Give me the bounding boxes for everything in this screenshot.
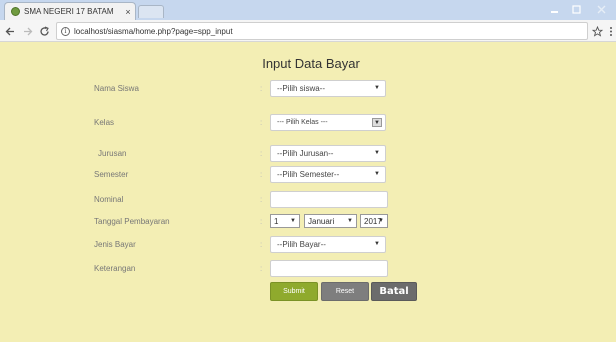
select-month[interactable]: Januari ▼	[304, 214, 357, 228]
row-semester: Semester : --Pilih Semester-- ▼	[0, 166, 616, 184]
colon: :	[260, 118, 263, 127]
select-day[interactable]: 1 ▼	[270, 214, 300, 228]
colon: :	[260, 217, 263, 226]
select-value: --Pilih Semester--	[277, 170, 340, 179]
submit-button[interactable]: Submit	[270, 282, 318, 301]
select-nama-siswa[interactable]: --Pilih siswa-- ▼	[270, 80, 386, 97]
browser-titlebar: SMA NEGERI 17 BATAM ×	[0, 0, 616, 20]
maximize-icon[interactable]	[566, 2, 586, 16]
school-logo-icon	[11, 7, 20, 16]
label-nama-siswa: Nama Siswa	[94, 84, 139, 93]
label-jenis-bayar: Jenis Bayar	[94, 240, 136, 249]
select-value: --Pilih Bayar--	[277, 240, 326, 249]
reload-icon[interactable]	[37, 24, 51, 38]
select-value: --- Pilih Kelas ---	[277, 119, 328, 126]
row-nominal: Nominal :	[0, 191, 616, 209]
forward-icon[interactable]	[20, 24, 34, 38]
row-keterangan: Keterangan :	[0, 260, 616, 278]
colon: :	[260, 195, 263, 204]
label-semester: Semester	[94, 170, 129, 179]
label-keterangan: Keterangan	[94, 264, 136, 273]
info-icon[interactable]: i	[61, 26, 70, 36]
label-kelas: Kelas	[94, 118, 115, 127]
browser-toolbar: i localhost/siasma/home.php?page=spp_inp…	[0, 20, 616, 42]
colon: :	[260, 170, 263, 179]
form-actions: Submit Reset Batal	[0, 282, 616, 302]
menu-icon[interactable]	[607, 24, 615, 38]
row-tanggal-pembayaran: Tanggal Pembayaran : 1 ▼ Januari ▼ 2017 …	[0, 213, 616, 231]
input-nominal[interactable]	[270, 191, 388, 208]
chevron-down-icon: ▼	[347, 218, 353, 224]
chevron-down-icon: ▼	[374, 85, 380, 91]
chevron-down-icon: ▼	[378, 218, 384, 224]
cancel-button[interactable]: Batal	[371, 282, 417, 301]
chevron-down-icon: ▼	[374, 241, 380, 247]
window-close-icon[interactable]	[588, 2, 614, 16]
label-nominal: Nominal	[94, 195, 124, 204]
back-icon[interactable]	[3, 24, 17, 38]
colon: :	[260, 264, 263, 273]
address-bar[interactable]: i localhost/siasma/home.php?page=spp_inp…	[56, 22, 588, 40]
colon: :	[260, 149, 263, 158]
row-nama-siswa: Nama Siswa : --Pilih siswa-- ▼	[0, 80, 616, 98]
row-jurusan: Jurusan : --Pilih Jurusan-- ▼	[0, 145, 616, 163]
url-text[interactable]: localhost/siasma/home.php?page=spp_input	[74, 27, 233, 36]
row-jenis-bayar: Jenis Bayar : --Pilih Bayar-- ▼	[0, 236, 616, 254]
row-kelas: Kelas : --- Pilih Kelas --- ▼	[0, 114, 616, 132]
chevron-down-icon: ▼	[290, 218, 296, 224]
select-year[interactable]: 2017 ▼	[360, 214, 388, 228]
chevron-down-icon: ▼	[374, 171, 380, 177]
select-kelas[interactable]: --- Pilih Kelas --- ▼	[270, 114, 386, 131]
close-icon[interactable]: ×	[121, 7, 135, 17]
colon: :	[260, 84, 263, 93]
select-value: Januari	[308, 216, 335, 226]
input-keterangan[interactable]	[270, 260, 388, 277]
reset-button[interactable]: Reset	[321, 282, 369, 301]
label-jurusan: Jurusan	[98, 149, 127, 158]
chevron-down-icon: ▼	[374, 150, 380, 156]
minimize-icon[interactable]	[544, 2, 564, 16]
new-tab-button[interactable]	[138, 5, 164, 18]
select-value: --Pilih siswa--	[277, 84, 325, 93]
star-icon[interactable]	[590, 24, 604, 38]
browser-tab[interactable]: SMA NEGERI 17 BATAM ×	[4, 2, 136, 20]
select-value: 1	[274, 216, 279, 226]
chevron-down-icon: ▼	[372, 118, 382, 127]
select-jurusan[interactable]: --Pilih Jurusan-- ▼	[270, 145, 386, 162]
select-value: --Pilih Jurusan--	[277, 149, 334, 158]
label-tanggal-pembayaran: Tanggal Pembayaran	[94, 217, 170, 226]
tab-title: SMA NEGERI 17 BATAM	[24, 7, 114, 16]
colon: :	[260, 240, 263, 249]
select-jenis-bayar[interactable]: --Pilih Bayar-- ▼	[270, 236, 386, 253]
page-title: Input Data Bayar	[262, 56, 360, 71]
page-content: Input Data Bayar Nama Siswa : --Pilih si…	[0, 42, 616, 342]
select-semester[interactable]: --Pilih Semester-- ▼	[270, 166, 386, 183]
